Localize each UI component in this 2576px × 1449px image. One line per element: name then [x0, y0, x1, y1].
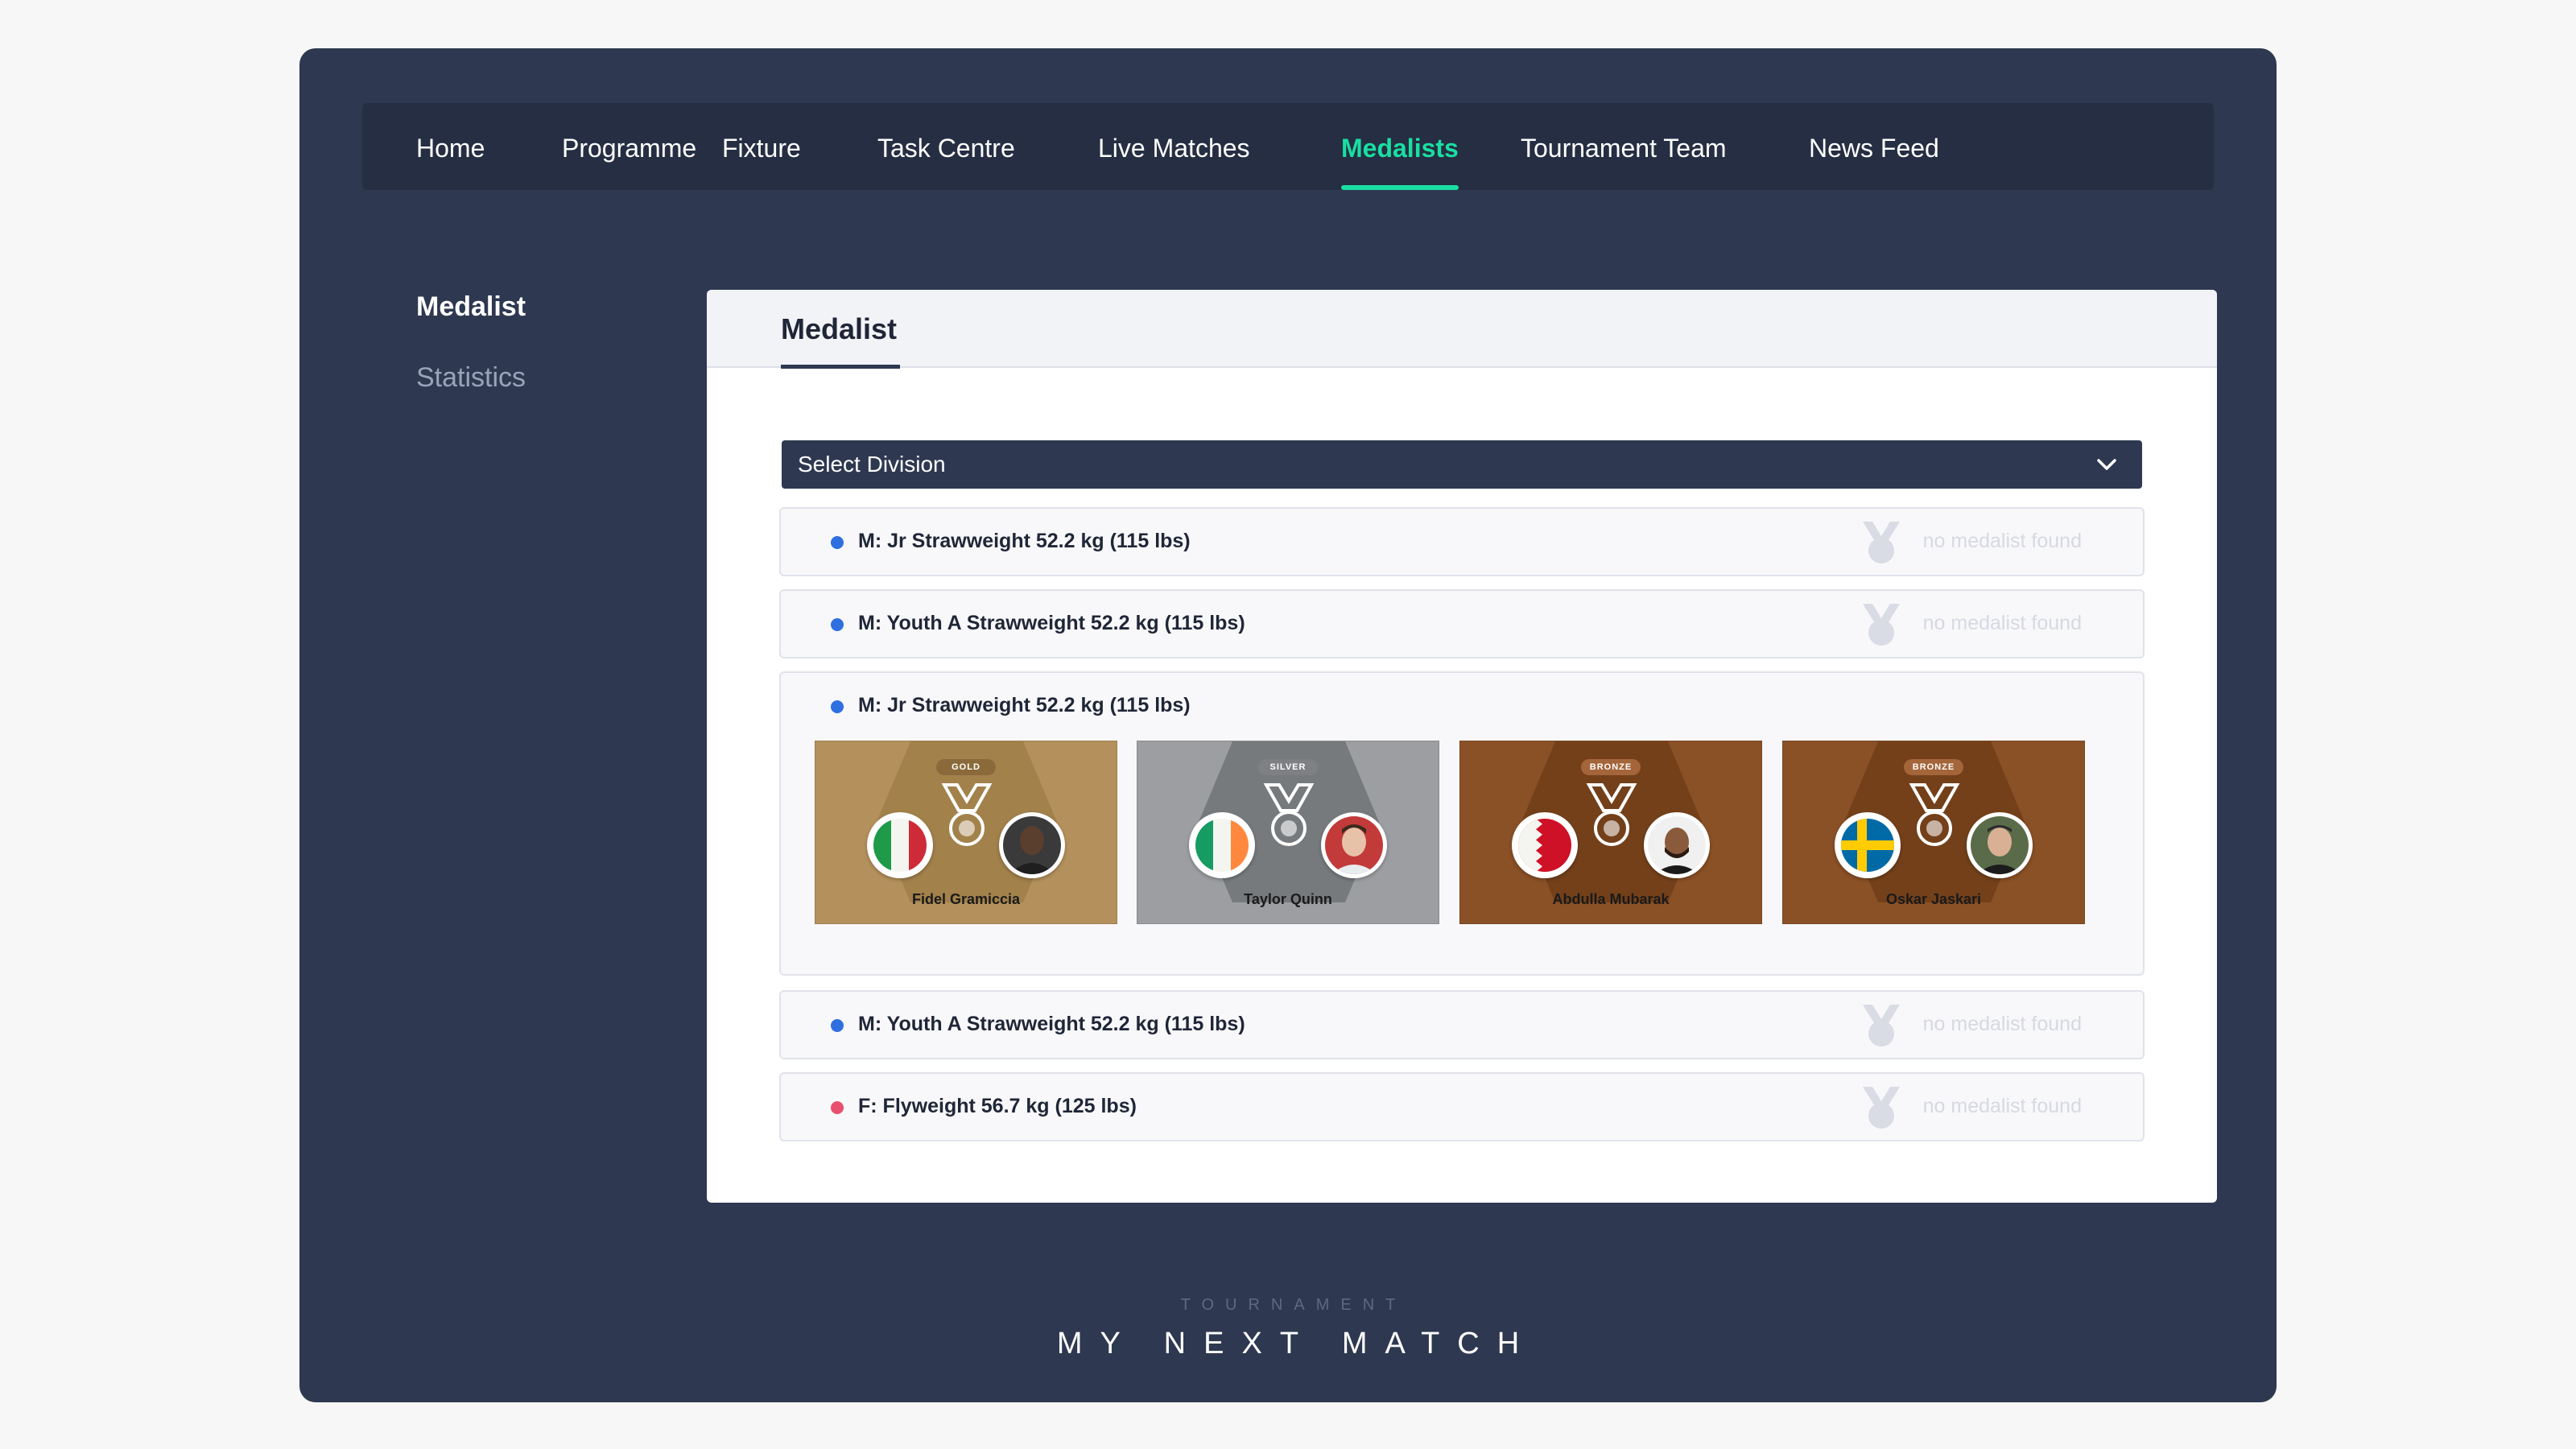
flag-italy-icon: [867, 812, 933, 878]
empty-state-text: no medalist found: [1922, 530, 2082, 552]
division-row[interactable]: M: Youth A Strawweight 52.2 kg (115 lbs)…: [779, 589, 2145, 658]
medal-icon: [1263, 783, 1315, 846]
medalist-card-bronze[interactable]: BRONZE: [1782, 741, 2085, 924]
division-select[interactable]: Select Division: [782, 440, 2142, 489]
medal-placeholder-icon: [1863, 604, 1900, 646]
status-dot: [831, 1101, 844, 1114]
medalist-panel: Medalist Select Division M: Jr Strawweig…: [707, 290, 2217, 1203]
nav-programme[interactable]: Programme: [562, 103, 696, 190]
division-select-label: Select Division: [798, 452, 946, 477]
division-label: M: Jr Strawweight 52.2 kg (115 lbs): [858, 530, 1191, 552]
nav-tournament-team[interactable]: Tournament Team: [1521, 103, 1727, 190]
brand-logo: MY NEXT MATCH: [1056, 1327, 1538, 1360]
medalist-name: Abdulla Mubarak: [1552, 891, 1670, 907]
flag-sweden-icon: [1835, 812, 1901, 878]
active-tab-indicator: [1341, 185, 1459, 190]
division-label: F: Flyweight 56.7 kg (125 lbs): [858, 1095, 1137, 1117]
empty-state-text: no medalist found: [1922, 1095, 2082, 1117]
avatar: [999, 812, 1065, 878]
avatar: [1321, 812, 1387, 878]
empty-state-text: no medalist found: [1922, 612, 2082, 634]
panel-header: [707, 290, 2217, 368]
avatar: [1967, 812, 2033, 878]
medalist-name: Taylor Quinn: [1244, 891, 1332, 907]
nav-medalists-label: Medalists: [1341, 134, 1459, 163]
nav-fixture[interactable]: Fixture: [722, 103, 801, 190]
medalist-card-silver[interactable]: SILVER Taylor Quinn: [1137, 741, 1439, 924]
rank-badge: BRONZE: [1581, 759, 1641, 775]
brand-subtitle: TOURNAMENT: [1180, 1296, 1407, 1314]
app-frame: Home Programme Fixture Task Centre Live …: [299, 48, 2277, 1402]
rank-badge: SILVER: [1258, 759, 1318, 775]
status-dot: [831, 1019, 844, 1032]
division-row-expanded[interactable]: M: Jr Strawweight 52.2 kg (115 lbs) GOLD: [779, 671, 2145, 976]
nav-medalists[interactable]: Medalists: [1341, 103, 1459, 190]
chevron-down-icon: [2097, 459, 2116, 470]
avatar: [1644, 812, 1710, 878]
status-dot: [831, 618, 844, 631]
medal-icon: [1586, 783, 1637, 846]
tab-medalist[interactable]: Medalist: [781, 312, 897, 346]
medal-placeholder-icon: [1863, 1005, 1900, 1046]
nav-live-matches[interactable]: Live Matches: [1098, 103, 1250, 190]
status-dot: [831, 536, 844, 549]
medalist-card-gold[interactable]: GOLD Fidel Gramiccia: [815, 741, 1117, 924]
medal-placeholder-icon: [1863, 522, 1900, 564]
medal-icon: [941, 783, 993, 846]
division-row[interactable]: M: Jr Strawweight 52.2 kg (115 lbs) no m…: [779, 507, 2145, 576]
status-dot: [831, 700, 844, 713]
nav-home[interactable]: Home: [416, 103, 485, 190]
top-nav: Home Programme Fixture Task Centre Live …: [362, 103, 2214, 190]
division-row[interactable]: F: Flyweight 56.7 kg (125 lbs) no medali…: [779, 1072, 2145, 1141]
medal-placeholder-icon: [1863, 1087, 1900, 1129]
rank-badge: BRONZE: [1904, 759, 1963, 775]
tab-underline: [781, 365, 900, 369]
empty-state-text: no medalist found: [1922, 1013, 2082, 1035]
division-label: M: Youth A Strawweight 52.2 kg (115 lbs): [858, 1013, 1245, 1035]
division-label: M: Jr Strawweight 52.2 kg (115 lbs): [858, 694, 1191, 716]
nav-news-feed[interactable]: News Feed: [1809, 103, 1939, 190]
nav-task-centre[interactable]: Task Centre: [877, 103, 1015, 190]
flag-bahrain-icon: [1512, 812, 1578, 878]
medalist-name: Oskar Jaskari: [1885, 891, 1982, 907]
medalist-name: Fidel Gramiccia: [911, 891, 1021, 907]
division-label: M: Youth A Strawweight 52.2 kg (115 lbs): [858, 612, 1245, 634]
medal-icon: [1909, 783, 1960, 846]
division-row[interactable]: M: Youth A Strawweight 52.2 kg (115 lbs)…: [779, 990, 2145, 1059]
medalist-card-bronze[interactable]: BRONZE: [1459, 741, 1762, 924]
flag-ireland-icon: [1189, 812, 1255, 878]
sidebar-item-statistics[interactable]: Statistics: [416, 362, 526, 394]
sidebar-item-medalist[interactable]: Medalist: [416, 291, 526, 323]
rank-badge: GOLD: [936, 759, 996, 775]
